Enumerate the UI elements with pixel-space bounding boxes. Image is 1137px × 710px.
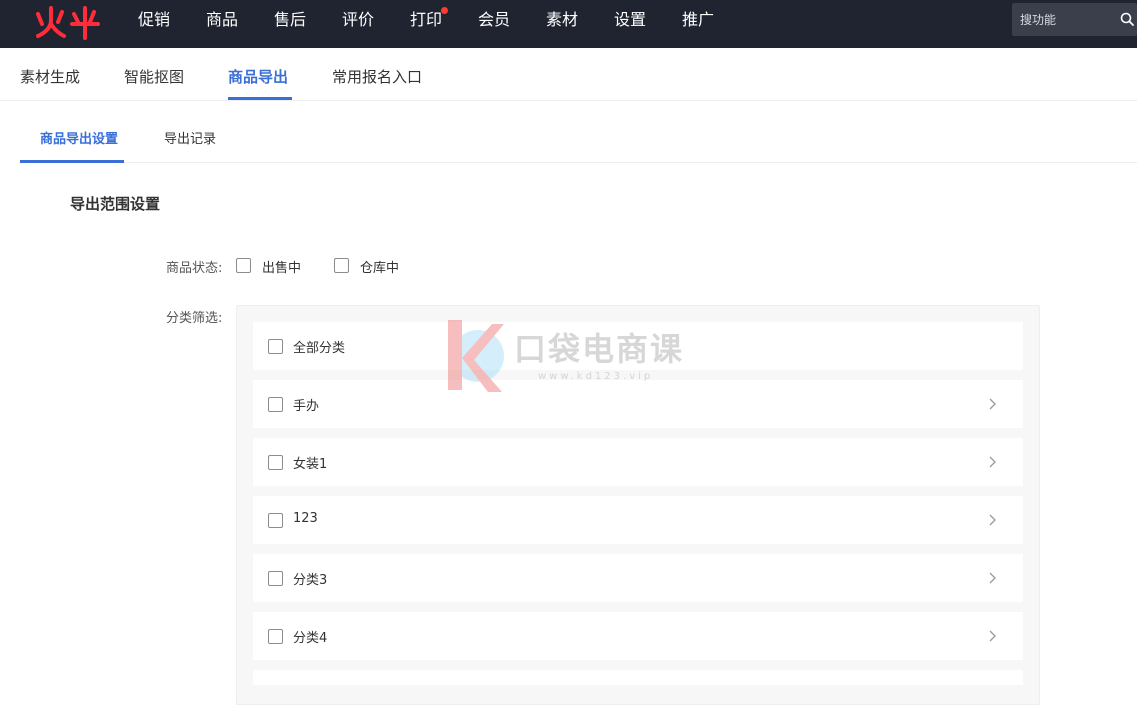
category-row[interactable]: 女装1 <box>253 438 1023 486</box>
status-in-warehouse-checkbox[interactable] <box>334 258 349 273</box>
category-row-partial[interactable] <box>253 670 1023 685</box>
tab-smart-cutout[interactable]: 智能抠图 <box>124 66 184 88</box>
category-checkbox[interactable] <box>268 513 283 528</box>
chevron-right-icon[interactable] <box>987 629 999 643</box>
secondary-tab-bar: 素材生成 智能抠图 商品导出 常用报名入口 <box>0 48 1137 101</box>
category-label: 123 <box>293 511 318 526</box>
category-label: 全部分类 <box>293 341 346 356</box>
category-checkbox[interactable] <box>268 397 283 412</box>
tab-signup-entry[interactable]: 常用报名入口 <box>332 66 422 88</box>
sub-tab-bar: 商品导出设置 导出记录 <box>20 101 1137 163</box>
category-checkbox[interactable] <box>268 455 283 470</box>
nav-item-members[interactable]: 会员 <box>478 9 510 31</box>
category-row[interactable]: 手办 <box>253 380 1023 428</box>
chevron-right-icon[interactable] <box>987 513 999 527</box>
category-checkbox[interactable] <box>268 629 283 644</box>
function-search <box>1012 3 1137 36</box>
brand-logo[interactable] <box>34 4 104 40</box>
top-navigation-bar: 促销 商品 售后 评价 打印 会员 素材 设置 推广 <box>0 0 1137 48</box>
nav-item-settings[interactable]: 设置 <box>614 9 646 31</box>
nav-item-materials[interactable]: 素材 <box>546 9 578 31</box>
category-label: 手办 <box>293 399 320 414</box>
category-label: 分类4 <box>293 631 328 646</box>
category-checkbox[interactable] <box>268 571 283 586</box>
subtab-export-records[interactable]: 导出记录 <box>164 130 216 150</box>
category-checkbox[interactable] <box>268 339 283 354</box>
active-tab-indicator <box>228 97 292 100</box>
category-row[interactable]: 分类3 <box>253 554 1023 602</box>
status-on-sale-checkbox[interactable] <box>236 258 251 273</box>
chevron-right-icon[interactable] <box>987 571 999 585</box>
tab-product-export[interactable]: 商品导出 <box>228 66 288 88</box>
category-row[interactable]: 分类4 <box>253 612 1023 660</box>
chevron-right-icon[interactable] <box>987 397 999 411</box>
chevron-right-icon[interactable] <box>987 455 999 469</box>
category-filter-label: 分类筛选: <box>166 311 223 326</box>
function-search-input[interactable] <box>1012 3 1112 36</box>
nav-item-products[interactable]: 商品 <box>206 9 238 31</box>
nav-item-print[interactable]: 打印 <box>410 9 442 31</box>
status-on-sale-label[interactable]: 出售中 <box>262 257 301 276</box>
nav-item-marketing[interactable]: 推广 <box>682 9 714 31</box>
nav-item-reviews[interactable]: 评价 <box>342 9 374 31</box>
category-row-all[interactable]: 全部分类 <box>253 322 1023 370</box>
category-label: 女装1 <box>293 457 328 472</box>
tab-material-generation[interactable]: 素材生成 <box>20 66 80 88</box>
product-status-label: 商品状态: <box>166 261 223 276</box>
status-in-warehouse-label[interactable]: 仓库中 <box>360 257 399 276</box>
search-icon[interactable] <box>1120 12 1134 26</box>
nav-item-promotion[interactable]: 促销 <box>138 9 170 31</box>
nav-item-after-sales[interactable]: 售后 <box>274 9 306 31</box>
category-row[interactable]: 123 <box>253 496 1023 544</box>
subtab-export-settings[interactable]: 商品导出设置 <box>40 130 118 150</box>
active-subtab-indicator <box>20 160 124 163</box>
section-title: 导出范围设置 <box>70 195 161 213</box>
notification-dot <box>441 7 448 14</box>
category-label: 分类3 <box>293 573 328 588</box>
